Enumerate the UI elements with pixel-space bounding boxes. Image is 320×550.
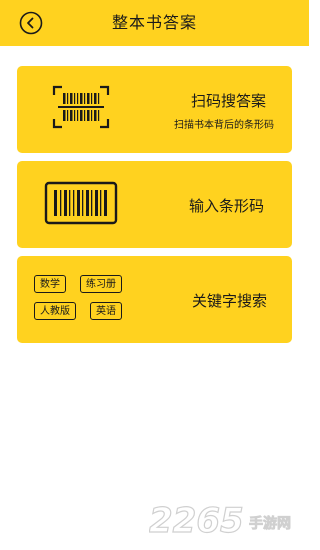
keyword-card-title: 关键字搜索 — [191, 292, 267, 310]
scan-card-subtitle: 扫描书本背后的条形码 — [174, 120, 274, 131]
tag-item: 人教版 — [34, 302, 76, 320]
page-title: 整本书答案 — [111, 13, 197, 32]
keyword-search-card[interactable]: 数学 练习册 人教版 英语 关键字搜索 — [17, 256, 292, 343]
barcode-icon — [44, 181, 118, 225]
enter-barcode-card[interactable]: 输入条形码 — [17, 161, 292, 248]
watermark-site: 手游网 — [249, 515, 291, 532]
app-header: 整本书答案 — [0, 0, 309, 46]
barcode-card-title: 输入条形码 — [188, 197, 264, 215]
tag-item: 数学 — [34, 275, 66, 293]
keyword-tags: 数学 练习册 人教版 英语 — [34, 275, 134, 325]
site-watermark-logo: 2265 手游网 — [149, 500, 291, 540]
watermark-number: 2265 — [149, 501, 244, 540]
tag-item: 英语 — [90, 302, 122, 320]
scan-barcode-icon — [52, 85, 110, 129]
scan-card-title: 扫码搜答案 — [190, 92, 266, 110]
tag-item: 练习册 — [80, 275, 122, 293]
scan-barcode-card[interactable]: 扫码搜答案 扫描书本背后的条形码 — [17, 66, 292, 153]
